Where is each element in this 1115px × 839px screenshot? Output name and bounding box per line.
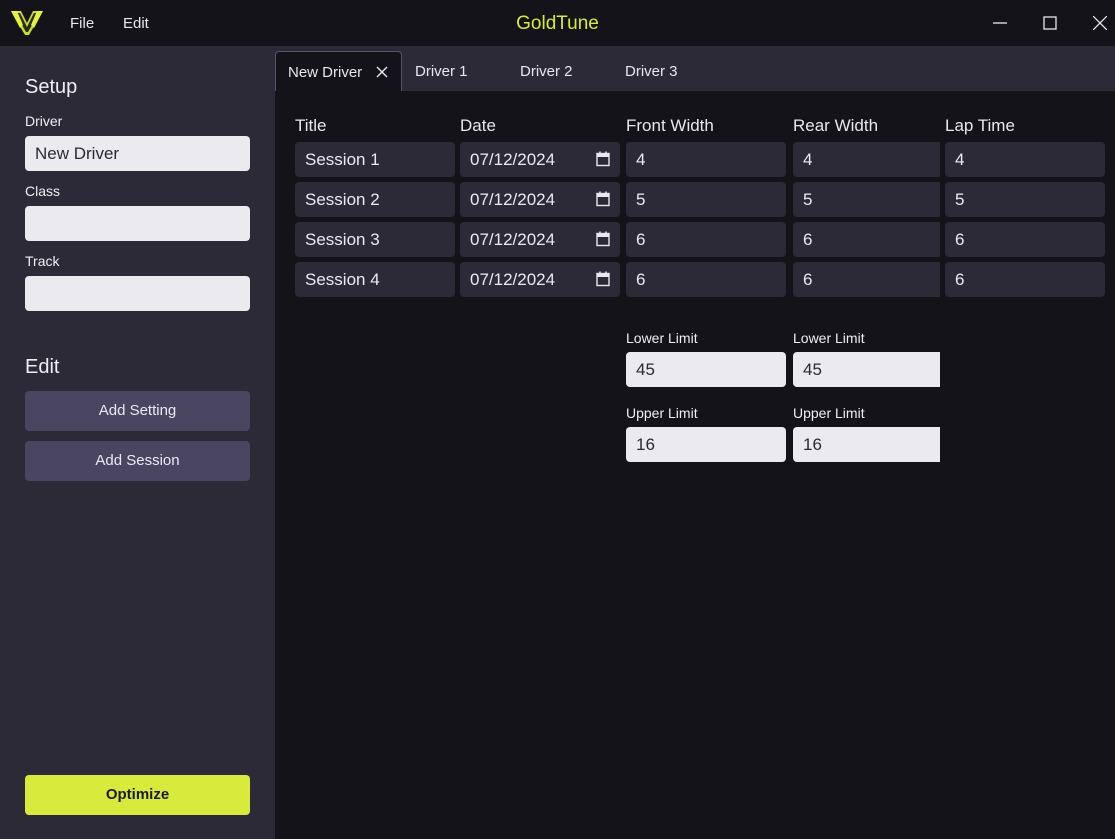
tab-driver-3[interactable]: Driver 3 — [625, 51, 678, 91]
close-icon — [1093, 16, 1107, 30]
rear-width-input[interactable]: 6 — [793, 262, 940, 297]
calendar-icon[interactable] — [596, 231, 610, 247]
optimize-button[interactable]: Optimize — [25, 775, 250, 815]
session-title-input[interactable]: Session 1 — [295, 142, 455, 177]
edit-heading: Edit — [25, 356, 60, 378]
rear-lower-limit-input[interactable]: 45 — [793, 352, 940, 387]
session-title-input[interactable]: Session 2 — [295, 182, 455, 217]
tab-close-button[interactable] — [372, 52, 392, 94]
date-value: 07/12/2024 — [470, 150, 556, 169]
class-input[interactable] — [25, 206, 250, 241]
session-date-input[interactable]: 07/12/2024 — [460, 182, 620, 217]
rear-upper-limit-input[interactable]: 16 — [793, 427, 940, 462]
driver-label: Driver — [25, 113, 63, 129]
front-upper-limit-input[interactable]: 16 — [626, 427, 786, 462]
lap-time-input[interactable]: 6 — [945, 222, 1105, 257]
date-value: 07/12/2024 — [470, 230, 556, 249]
date-value: 07/12/2024 — [470, 190, 556, 209]
column-header-lap-time: Lap Time — [945, 116, 1015, 135]
calendar-icon[interactable] — [596, 191, 610, 207]
calendar-icon[interactable] — [596, 151, 610, 167]
app-title: GoldTune — [516, 13, 599, 34]
lap-time-input[interactable]: 4 — [945, 142, 1105, 177]
tab-bar: New Driver Driver 1 Driver 2 Driver 3 — [275, 47, 1115, 91]
tab-label: New Driver — [288, 64, 363, 81]
goldtune-logo-icon — [11, 11, 43, 35]
column-header-front-width: Front Width — [626, 116, 714, 135]
tab-driver-2[interactable]: Driver 2 — [520, 51, 573, 91]
maximize-button[interactable] — [1027, 0, 1073, 46]
front-width-input[interactable]: 4 — [626, 142, 786, 177]
close-window-button[interactable] — [1077, 0, 1115, 46]
tab-driver-1[interactable]: Driver 1 — [415, 51, 468, 91]
add-session-button[interactable]: Add Session — [25, 441, 250, 481]
title-bar: File Edit GoldTune — [0, 0, 1115, 47]
menu-edit[interactable]: Edit — [123, 0, 149, 46]
minimize-icon — [993, 22, 1007, 24]
driver-input[interactable] — [25, 136, 250, 171]
tab-new-driver[interactable]: New Driver — [275, 51, 402, 91]
close-tab-icon — [376, 66, 388, 78]
maximize-icon — [1043, 16, 1057, 30]
rear-width-input[interactable]: 5 — [793, 182, 940, 217]
calendar-icon[interactable] — [596, 271, 610, 287]
minimize-button[interactable] — [977, 0, 1023, 46]
front-width-input[interactable]: 5 — [626, 182, 786, 217]
rear-upper-limit-label: Upper Limit — [793, 405, 865, 421]
date-value: 07/12/2024 — [470, 270, 556, 289]
column-header-date: Date — [460, 116, 496, 135]
session-title-input[interactable]: Session 4 — [295, 262, 455, 297]
session-title-input[interactable]: Session 3 — [295, 222, 455, 257]
front-width-input[interactable]: 6 — [626, 262, 786, 297]
lap-time-input[interactable]: 5 — [945, 182, 1105, 217]
session-date-input[interactable]: 07/12/2024 — [460, 262, 620, 297]
front-lower-limit-input[interactable]: 45 — [626, 352, 786, 387]
setup-heading: Setup — [25, 76, 78, 98]
rear-width-input[interactable]: 4 — [793, 142, 940, 177]
menu-file[interactable]: File — [70, 0, 94, 46]
session-date-input[interactable]: 07/12/2024 — [460, 142, 620, 177]
track-input[interactable] — [25, 276, 250, 311]
lap-time-input[interactable]: 6 — [945, 262, 1105, 297]
session-date-input[interactable]: 07/12/2024 — [460, 222, 620, 257]
column-header-title: Title — [295, 116, 327, 135]
track-label: Track — [25, 253, 60, 269]
front-width-input[interactable]: 6 — [626, 222, 786, 257]
front-lower-limit-label: Lower Limit — [626, 330, 698, 346]
add-setting-button[interactable]: Add Setting — [25, 391, 250, 431]
sidebar: Setup Driver Class Track Edit Add Settin… — [0, 47, 275, 839]
class-label: Class — [25, 183, 61, 199]
rear-width-input[interactable]: 6 — [793, 222, 940, 257]
rear-lower-limit-label: Lower Limit — [793, 330, 865, 346]
front-upper-limit-label: Upper Limit — [626, 405, 698, 421]
column-header-rear-width: Rear Width — [793, 116, 879, 135]
